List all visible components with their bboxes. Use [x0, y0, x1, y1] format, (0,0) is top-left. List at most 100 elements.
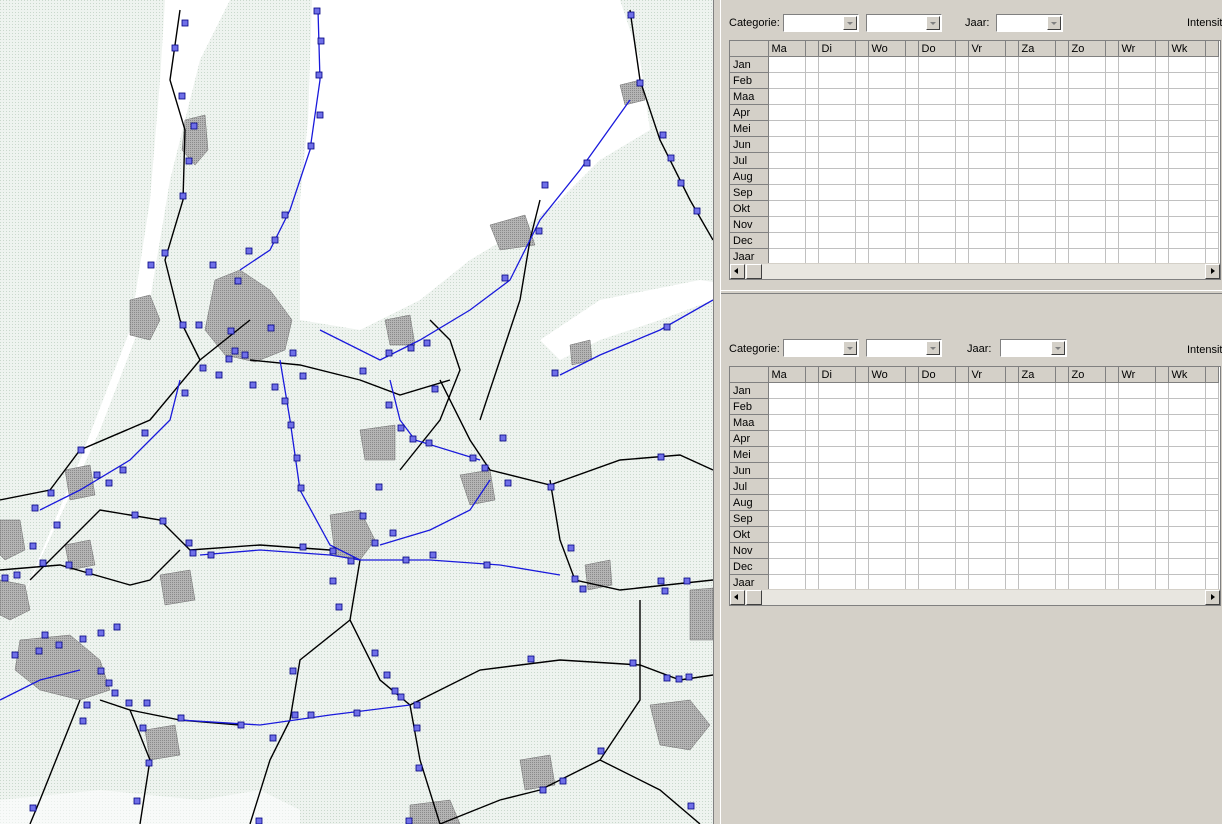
grid-cell[interactable] [1155, 446, 1169, 463]
intensity-grid-1[interactable]: Ma Di Wo Do Vr Za Zo Wr Wk Jan Feb Maa Apr Mei Jun Jul… [729, 40, 1221, 280]
grid-cell[interactable] [768, 120, 806, 137]
map-canvas[interactable] [0, 0, 713, 824]
grid-cell[interactable] [955, 446, 969, 463]
grid-cell[interactable] [1118, 56, 1156, 73]
grid-cell[interactable] [1018, 462, 1056, 479]
grid-cell[interactable] [868, 152, 906, 169]
grid-cell[interactable] [818, 232, 856, 249]
grid-cell[interactable] [968, 216, 1006, 233]
grid-cell[interactable] [1005, 136, 1019, 153]
grid-cell[interactable] [805, 430, 819, 447]
grid-cell[interactable] [918, 382, 956, 399]
row-header[interactable]: Jul [730, 478, 769, 495]
grid-cell[interactable] [1055, 430, 1069, 447]
grid-cell[interactable] [1018, 494, 1056, 511]
grid-cell[interactable] [855, 414, 869, 431]
grid-cell[interactable] [1068, 168, 1106, 185]
scroll-left-icon[interactable] [730, 590, 745, 605]
grid-cell[interactable] [1118, 72, 1156, 89]
grid-cell[interactable] [1155, 558, 1169, 575]
grid-cell[interactable] [1168, 558, 1206, 575]
grid-cell[interactable] [818, 510, 856, 527]
grid-cell[interactable] [1105, 542, 1119, 559]
grid-cell[interactable] [1205, 72, 1219, 89]
row-header[interactable]: Jun [730, 462, 769, 479]
horizontal-scrollbar[interactable] [730, 263, 1220, 279]
grid-cell[interactable] [855, 494, 869, 511]
grid-cell[interactable] [1018, 526, 1056, 543]
column-header[interactable]: Wk [1168, 367, 1206, 383]
vertical-splitter[interactable] [713, 0, 721, 824]
column-header[interactable]: Za [1018, 367, 1056, 383]
grid-cell[interactable] [918, 430, 956, 447]
grid-cell[interactable] [1168, 398, 1206, 415]
grid-cell[interactable] [1155, 478, 1169, 495]
grid-cell[interactable] [955, 478, 969, 495]
grid-cell[interactable] [1055, 216, 1069, 233]
grid-cell[interactable] [1205, 232, 1219, 249]
grid-cell[interactable] [1105, 184, 1119, 201]
grid-cell[interactable] [905, 382, 919, 399]
grid-cell[interactable] [1005, 558, 1019, 575]
grid-cell[interactable] [818, 398, 856, 415]
grid-cell[interactable] [955, 232, 969, 249]
row-header[interactable]: Nov [730, 542, 769, 559]
grid-cell[interactable] [1155, 430, 1169, 447]
grid-cell[interactable] [1105, 398, 1119, 415]
grid-cell[interactable] [818, 168, 856, 185]
grid-cell[interactable] [955, 120, 969, 137]
grid-cell[interactable] [918, 88, 956, 105]
row-header[interactable]: Mei [730, 446, 769, 463]
grid-cell[interactable] [1018, 136, 1056, 153]
grid-cell[interactable] [1105, 382, 1119, 399]
grid-cell[interactable] [1105, 462, 1119, 479]
grid-cell[interactable] [1055, 510, 1069, 527]
grid-cell[interactable] [818, 462, 856, 479]
grid-cell[interactable] [1155, 542, 1169, 559]
grid-cell[interactable] [1105, 104, 1119, 121]
grid-cell[interactable] [805, 200, 819, 217]
column-header[interactable]: Vr [968, 41, 1006, 57]
grid-cell[interactable] [1068, 382, 1106, 399]
grid-cell[interactable] [905, 136, 919, 153]
grid-cell[interactable] [1105, 136, 1119, 153]
grid-cell[interactable] [968, 558, 1006, 575]
grid-cell[interactable] [1168, 526, 1206, 543]
grid-cell[interactable] [1205, 200, 1219, 217]
grid-cell[interactable] [1118, 216, 1156, 233]
grid-cell[interactable] [918, 200, 956, 217]
grid-cell[interactable] [1018, 232, 1056, 249]
grid-cell[interactable] [968, 478, 1006, 495]
row-header[interactable]: Jan [730, 56, 769, 73]
grid-cell[interactable] [1155, 168, 1169, 185]
row-header[interactable]: Sep [730, 184, 769, 201]
grid-cell[interactable] [1018, 382, 1056, 399]
grid-cell[interactable] [1205, 56, 1219, 73]
column-header[interactable] [1205, 367, 1219, 383]
grid-cell[interactable] [855, 104, 869, 121]
grid-cell[interactable] [1005, 398, 1019, 415]
column-header[interactable] [1105, 41, 1119, 57]
grid-cell[interactable] [905, 184, 919, 201]
scroll-right-icon[interactable] [1205, 590, 1220, 605]
grid-cell[interactable] [1105, 414, 1119, 431]
grid-cell[interactable] [1205, 494, 1219, 511]
grid-cell[interactable] [1168, 430, 1206, 447]
grid-cell[interactable] [968, 104, 1006, 121]
grid-cell[interactable] [868, 446, 906, 463]
grid-cell[interactable] [905, 414, 919, 431]
grid-cell[interactable] [805, 56, 819, 73]
grid-cell[interactable] [855, 152, 869, 169]
column-header[interactable]: Wo [868, 367, 906, 383]
grid-cell[interactable] [768, 216, 806, 233]
grid-cell[interactable] [805, 72, 819, 89]
grid-cell[interactable] [1118, 120, 1156, 137]
grid-cell[interactable] [968, 184, 1006, 201]
grid-cell[interactable] [1155, 88, 1169, 105]
grid-cell[interactable] [1005, 88, 1019, 105]
grid-cell[interactable] [1018, 200, 1056, 217]
row-header[interactable]: Dec [730, 558, 769, 575]
grid-cell[interactable] [918, 72, 956, 89]
grid-cell[interactable] [955, 494, 969, 511]
grid-cell[interactable] [918, 104, 956, 121]
